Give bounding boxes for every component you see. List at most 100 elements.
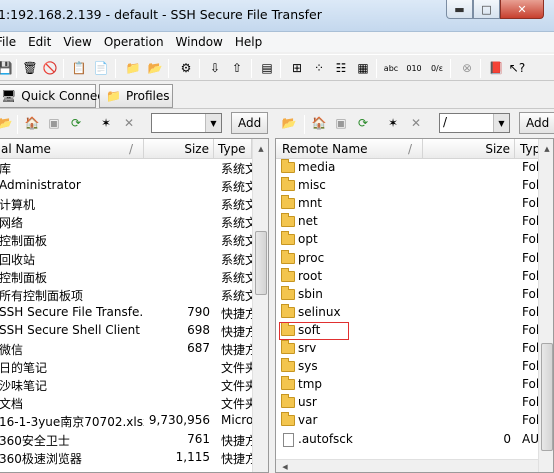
remote-file-row[interactable]: media Fold [276, 159, 553, 177]
local-col-size[interactable]: Size [144, 139, 214, 159]
maximize-button[interactable]: □ [473, 0, 500, 19]
copy-icon[interactable]: 📋 [70, 59, 88, 77]
ascii-mode-icon[interactable]: abc [382, 59, 400, 77]
remote-file-row[interactable]: selinux Fold [276, 303, 553, 322]
delete-icon[interactable]: ✕ [120, 114, 138, 132]
new-folder-icon[interactable]: ✶ [384, 114, 402, 132]
scroll-left-icon[interactable]: ◀ [277, 459, 293, 472]
settings-icon[interactable]: ⚙ [177, 59, 195, 77]
remote-file-row[interactable]: sys Fold [276, 358, 553, 376]
up-folder-icon[interactable]: 📂 [280, 114, 298, 132]
remote-file-row[interactable]: opt Fold [276, 231, 553, 249]
local-file-row[interactable]: 16-1-3yue南京70702.xlsx 9,730,956 Micro [0, 412, 268, 430]
local-file-row[interactable]: 控制面板 系统文 [0, 231, 268, 249]
menu-edit[interactable]: Edit [28, 32, 51, 52]
local-file-row[interactable]: 控制面板 系统文 [0, 268, 268, 286]
disconnect-icon[interactable]: 🚫 [41, 59, 59, 77]
scroll-up-icon[interactable]: ▲ [539, 141, 553, 157]
stop-icon[interactable]: ⊗ [458, 59, 476, 77]
menu-operation[interactable]: Operation [104, 32, 164, 52]
menu-file[interactable]: File [0, 32, 16, 52]
small-icons-icon[interactable]: ⁘ [310, 59, 328, 77]
local-file-row[interactable]: Administrator 系统文 [0, 177, 268, 195]
remote-scroll-thumb[interactable] [541, 343, 553, 451]
menu-help[interactable]: Help [235, 32, 262, 52]
connect-icon[interactable]: 🗑 [21, 59, 39, 77]
delete-icon[interactable]: ✕ [407, 114, 425, 132]
remote-file-row[interactable]: root Fold [276, 267, 553, 286]
help-book-icon[interactable]: 📕 [487, 59, 505, 77]
local-file-row[interactable]: 回收站 系统文 [0, 250, 268, 268]
local-file-row[interactable]: 360极速浏览器 1,115 快捷方 [0, 449, 268, 467]
minimize-button[interactable]: ▬ [446, 0, 473, 19]
remote-add-button[interactable]: Add [519, 112, 554, 134]
scroll-up-icon[interactable]: ▲ [253, 141, 268, 157]
remote-col-size[interactable]: Size [423, 139, 515, 159]
local-file-row[interactable]: 360安全卫士 761 快捷方 [0, 431, 268, 449]
remote-col-type[interactable]: Typ [515, 139, 540, 159]
new-folder-icon[interactable]: ✶ [97, 114, 115, 132]
local-file-row[interactable]: SSH Secure File Transfe... 790 快捷方 [0, 304, 268, 322]
remote-file-row[interactable]: mnt Fold [276, 195, 553, 213]
folder-view-icon[interactable]: ▣ [332, 114, 350, 132]
paste-icon[interactable]: 📄 [92, 59, 110, 77]
home-icon[interactable]: 🏠 [23, 114, 41, 132]
auto-mode-icon[interactable]: 0/ε [428, 59, 446, 77]
local-add-button[interactable]: Add [231, 112, 269, 134]
file-type: 系统文 [221, 288, 252, 303]
local-file-row[interactable]: 日的笔记 文件夹 [0, 358, 268, 376]
context-help-icon[interactable]: ↖? [508, 59, 526, 77]
local-file-row[interactable]: 微信 687 快捷方 [0, 340, 268, 358]
remote-file-row[interactable]: tmp Fold [276, 376, 553, 394]
chevron-down-icon[interactable]: ▼ [493, 114, 509, 132]
file-name: proc [298, 250, 325, 265]
remote-vertical-scrollbar[interactable]: ▲ [538, 139, 553, 472]
local-file-row[interactable]: 文档 文件夹 [0, 394, 268, 412]
upload-icon[interactable]: ⇧ [228, 59, 246, 77]
download-icon[interactable]: ⇩ [206, 59, 224, 77]
refresh-icon[interactable]: ⟳ [354, 114, 372, 132]
remote-path-combo[interactable]: / ▼ [439, 113, 510, 133]
remote-file-row[interactable]: net Fold [276, 213, 553, 231]
remote-file-row[interactable]: sbin Fold [276, 285, 553, 304]
local-path-combo[interactable]: ▼ [151, 113, 222, 133]
remote-file-row[interactable]: var Fold [276, 412, 553, 430]
details-view-icon[interactable]: ▦ [354, 59, 372, 77]
local-file-row[interactable]: 网络 系统文 [0, 213, 268, 231]
quick-connect-button[interactable]: 🖥 Quick Connect [0, 84, 109, 108]
save-icon[interactable]: 💾 [0, 59, 14, 77]
local-file-row[interactable]: 库 系统文 [0, 159, 268, 177]
local-file-row[interactable]: SSH Secure Shell Client 698 快捷方 [0, 322, 268, 340]
local-col-type[interactable]: Type [214, 139, 252, 159]
local-file-row[interactable]: 计算机 系统文 [0, 195, 268, 213]
remote-col-name[interactable]: Remote Name / [276, 139, 423, 159]
menu-window[interactable]: Window [176, 32, 223, 52]
terminal-icon[interactable]: ▤ [258, 59, 276, 77]
home-icon[interactable]: 🏠 [310, 114, 328, 132]
local-col-name[interactable]: al Name / [0, 139, 144, 159]
list-view-icon[interactable]: ☷ [332, 59, 350, 77]
up-folder-icon[interactable]: 📂 [0, 114, 14, 132]
remote-file-row[interactable]: misc Fold [276, 177, 553, 195]
refresh-icon[interactable]: ⟳ [67, 114, 85, 132]
local-file-pane[interactable]: al Name / Size Type 库系统文Administrator系统文… [0, 138, 269, 473]
remote-file-row[interactable]: srv Fold [276, 340, 553, 358]
remote-file-row[interactable]: proc Fold [276, 249, 553, 268]
profiles-button[interactable]: 📁 Profiles [99, 84, 173, 108]
local-file-row[interactable]: 所有控制面板项 系统文 [0, 286, 268, 304]
close-button[interactable]: ✕ [500, 0, 544, 19]
local-vertical-scrollbar[interactable]: ▲ [252, 139, 268, 472]
chevron-down-icon[interactable]: ▼ [205, 114, 221, 132]
large-icons-icon[interactable]: ⊞ [288, 59, 306, 77]
folder-view-icon[interactable]: ▣ [45, 114, 63, 132]
remote-file-row[interactable]: usr Fold [276, 394, 553, 412]
find-icon[interactable]: 📁 [124, 59, 142, 77]
binary-mode-icon[interactable]: 010 [405, 59, 423, 77]
local-file-row[interactable]: 沙味笔记 文件夹 [0, 376, 268, 394]
menu-view[interactable]: View [63, 32, 91, 52]
find-next-icon[interactable]: 📂 [146, 59, 164, 77]
remote-horizontal-scrollbar[interactable]: ◀ [276, 459, 538, 472]
local-scroll-thumb[interactable] [255, 231, 267, 295]
remote-file-pane[interactable]: Remote Name / Size Typ media Fold misc Fold… [275, 138, 554, 473]
remote-file-row[interactable]: .autofsck 0 AUT [276, 431, 553, 449]
